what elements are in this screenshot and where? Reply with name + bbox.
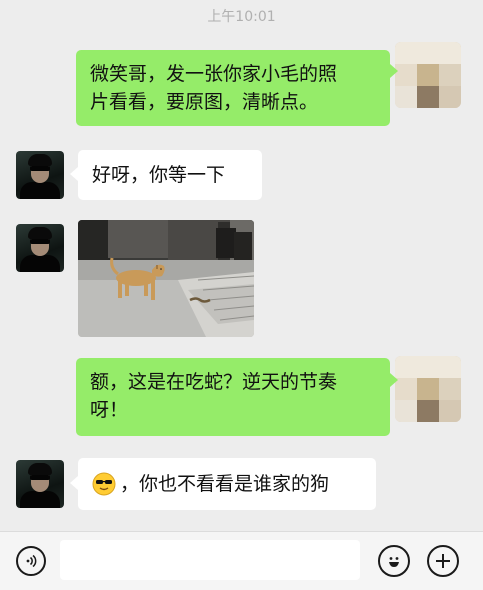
dog-photo[interactable] xyxy=(78,220,254,337)
message-text: 好呀，你等一下 xyxy=(92,164,226,186)
message-text-line: 呀！ xyxy=(90,399,129,421)
message-bubble-other[interactable]: ，你也不看看是谁家的狗 xyxy=(78,458,376,510)
avatar-other[interactable] xyxy=(16,460,64,508)
bubble-tail xyxy=(70,476,78,490)
avatar-self[interactable] xyxy=(395,42,461,108)
message-bubble-self[interactable]: 额，这是在吃蛇？逆天的节奏 呀！ xyxy=(76,358,390,436)
bubble-tail xyxy=(390,64,398,78)
message-bubble-other[interactable]: 好呀，你等一下 xyxy=(78,150,262,200)
voice-icon[interactable] xyxy=(16,546,46,576)
message-input[interactable] xyxy=(60,540,360,580)
message-bubble-self[interactable]: 微笑哥，发一张你家小毛的照 片看看，要原图，清晰点。 xyxy=(76,50,390,126)
avatar-other[interactable] xyxy=(16,224,64,272)
input-bar xyxy=(0,531,483,590)
bubble-tail xyxy=(70,167,78,181)
bubble-tail xyxy=(390,373,398,387)
avatar-self[interactable] xyxy=(395,356,461,422)
timestamp: 上午10:01 xyxy=(207,9,276,25)
sunglasses-emoji-icon xyxy=(92,472,116,496)
avatar-other[interactable] xyxy=(16,151,64,199)
message-text-line: 片看看，要原图，清晰点。 xyxy=(90,91,319,113)
plus-icon[interactable] xyxy=(427,545,459,577)
emoji-icon[interactable] xyxy=(378,545,410,577)
message-text-line: 额，这是在吃蛇？逆天的节奏 xyxy=(90,371,338,393)
message-text-line: 微笑哥，发一张你家小毛的照 xyxy=(90,63,338,85)
message-text: ，你也不看看是谁家的狗 xyxy=(120,473,330,495)
